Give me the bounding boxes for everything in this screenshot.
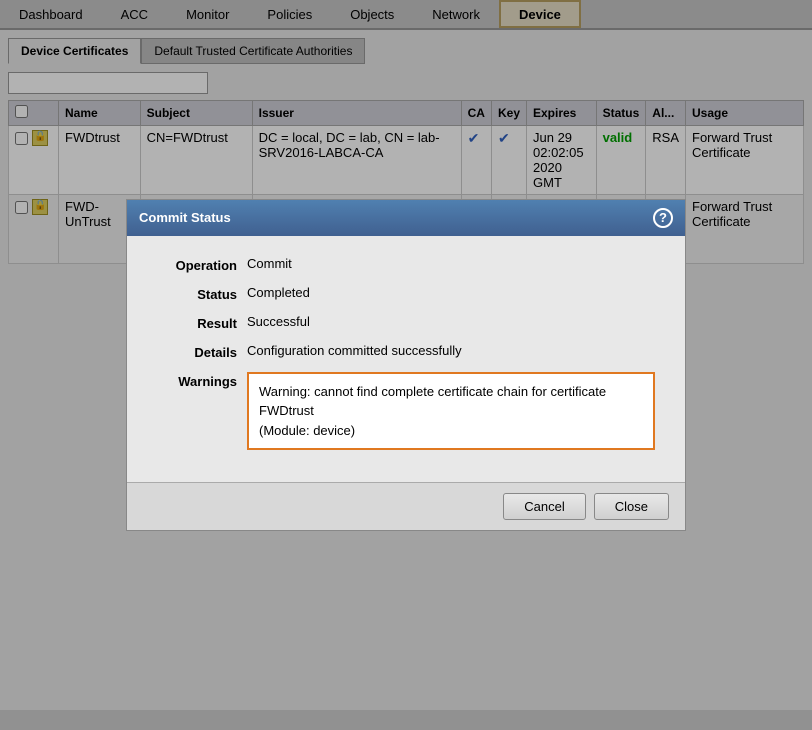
close-button[interactable]: Close xyxy=(594,493,669,520)
modal-field-row: Operation Commit xyxy=(157,256,655,273)
warnings-content: Warning: cannot find complete certificat… xyxy=(247,372,655,451)
commit-status-modal: Commit Status ? Operation Commit Status … xyxy=(126,199,686,532)
field-value: Completed xyxy=(247,285,310,300)
modal-header-right: ? xyxy=(653,208,673,228)
field-label: Result xyxy=(157,314,237,331)
modal-field-row: Result Successful xyxy=(157,314,655,331)
modal-title: Commit Status xyxy=(139,210,231,225)
modal-field-row: Status Completed xyxy=(157,285,655,302)
modal-footer: Cancel Close xyxy=(127,482,685,530)
modal-header: Commit Status ? xyxy=(127,200,685,236)
warnings-label: Warnings xyxy=(157,372,237,389)
modal-overlay: Commit Status ? Operation Commit Status … xyxy=(0,0,812,730)
field-label: Details xyxy=(157,343,237,360)
cancel-button[interactable]: Cancel xyxy=(503,493,585,520)
warnings-row: Warnings Warning: cannot find complete c… xyxy=(157,372,655,451)
field-value: Successful xyxy=(247,314,310,329)
field-label: Status xyxy=(157,285,237,302)
field-label: Operation xyxy=(157,256,237,273)
field-value: Configuration committed successfully xyxy=(247,343,462,358)
field-value: Commit xyxy=(247,256,292,271)
modal-field-row: Details Configuration committed successf… xyxy=(157,343,655,360)
help-icon[interactable]: ? xyxy=(653,208,673,228)
modal-body: Operation Commit Status Completed Result… xyxy=(127,236,685,483)
